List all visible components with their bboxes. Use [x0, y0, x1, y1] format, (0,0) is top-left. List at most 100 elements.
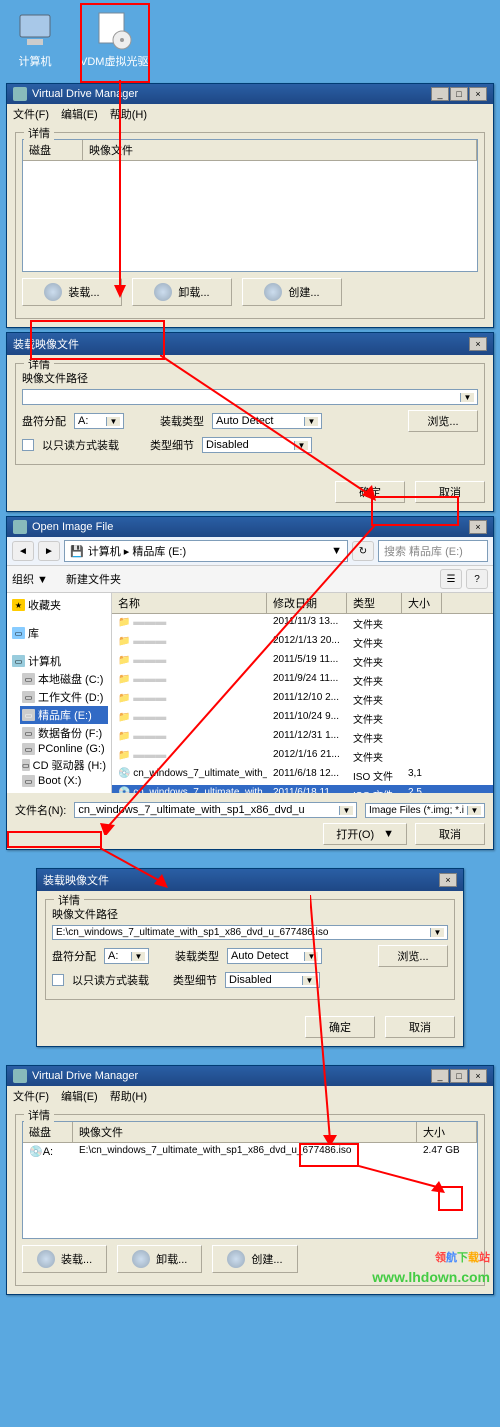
tree-drive-item[interactable]: ▭数据备份 (F:) [20, 724, 108, 742]
path-bar[interactable]: 💾计算机 ▸ 精品库 (E:)▼ [64, 540, 348, 562]
type-select[interactable]: Auto Detect▼ [227, 948, 322, 964]
col-size[interactable]: 大小 [402, 593, 442, 613]
file-row[interactable]: 💿 cn_windows_7_ultimate_with_sp1_x...201… [112, 785, 493, 793]
minimize-button[interactable]: _ [431, 1069, 449, 1083]
drive-select[interactable]: A:▼ [74, 413, 124, 429]
tree-drive-item[interactable]: ▭PConline (G:) [20, 742, 108, 756]
col-size[interactable]: 大小 [417, 1122, 477, 1142]
cancel-button[interactable]: 取消 [385, 1016, 455, 1038]
close-button[interactable]: × [469, 520, 487, 534]
maximize-button[interactable]: □ [450, 1069, 468, 1083]
drive-select[interactable]: A:▼ [104, 948, 149, 964]
unmount-button[interactable]: 卸载... [132, 278, 232, 306]
tree-computer[interactable]: ▭计算机 [10, 652, 108, 670]
readonly-checkbox[interactable] [52, 974, 64, 986]
drive-list[interactable]: 磁盘 映像文件 [22, 139, 478, 272]
mount-button[interactable]: 装载... [22, 278, 122, 306]
maximize-button[interactable]: □ [450, 87, 468, 101]
chevron-down-icon[interactable]: ▼ [460, 393, 474, 402]
minimize-button[interactable]: _ [431, 87, 449, 101]
view-button[interactable]: ☰ [440, 569, 462, 589]
file-row[interactable]: 📁 ▬▬▬2011/12/10 2...文件夹 [112, 690, 493, 709]
chevron-down-icon[interactable]: ▼ [467, 806, 481, 815]
tree-drive-item[interactable]: ▭Boot (X:) [20, 774, 108, 788]
detail-select[interactable]: Disabled▼ [225, 972, 320, 988]
search-input[interactable]: 搜索 精品库 (E:) [378, 540, 488, 562]
drive-list[interactable]: 磁盘 映像文件 大小 💿A: E:\cn_windows_7_ultimate_… [22, 1121, 478, 1239]
nav-forward-button[interactable]: ► [38, 541, 60, 561]
path-input[interactable]: E:\cn_windows_7_ultimate_with_sp1_x86_dv… [52, 925, 448, 940]
menu-help[interactable]: 帮助(H) [110, 1088, 147, 1104]
menu-edit[interactable]: 编辑(E) [61, 106, 98, 122]
nav-back-button[interactable]: ◄ [12, 541, 34, 561]
close-button[interactable]: × [469, 87, 487, 101]
col-image[interactable]: 映像文件 [73, 1122, 417, 1142]
desktop-computer-icon[interactable]: 计算机 [15, 10, 55, 69]
mount-button[interactable]: 装载... [22, 1245, 107, 1273]
browse-button[interactable]: 浏览... [378, 945, 448, 967]
file-row[interactable]: 📁 ▬▬▬2011/12/31 1...文件夹 [112, 728, 493, 747]
file-row[interactable]: 💿 cn_windows_7_ultimate_with_sp1_x...201… [112, 766, 493, 785]
file-row[interactable]: 📁 ▬▬▬2011/9/24 11...文件夹 [112, 671, 493, 690]
chevron-down-icon[interactable]: ▼ [304, 952, 318, 961]
menu-help[interactable]: 帮助(H) [110, 106, 147, 122]
menu-file[interactable]: 文件(F) [13, 1088, 49, 1104]
close-button[interactable]: × [439, 873, 457, 887]
filter-select[interactable]: Image Files (*.img; *.i▼ [365, 803, 485, 818]
col-disk[interactable]: 磁盘 [23, 1122, 73, 1142]
chevron-down-icon[interactable]: ▼ [294, 441, 308, 450]
file-row[interactable]: 📁 ▬▬▬2011/10/24 9...文件夹 [112, 709, 493, 728]
col-type[interactable]: 类型 [347, 593, 402, 613]
tree-favorites[interactable]: ★收藏夹 [10, 596, 108, 614]
close-button[interactable]: × [469, 1069, 487, 1083]
filename-input[interactable]: cn_windows_7_ultimate_with_sp1_x86_dvd_u… [74, 802, 357, 818]
desktop-vdm-icon[interactable]: VDM虚拟光驱 [80, 10, 148, 69]
titlebar[interactable]: Virtual Drive Manager _ □ × [7, 84, 493, 104]
chevron-down-icon[interactable]: ▼ [304, 417, 318, 426]
path-input[interactable]: ▼ [22, 389, 478, 405]
detail-select[interactable]: Disabled▼ [202, 437, 312, 453]
ok-button[interactable]: 确定 [335, 481, 405, 503]
col-disk[interactable]: 磁盘 [23, 140, 83, 160]
refresh-button[interactable]: ↻ [352, 541, 374, 561]
col-image[interactable]: 映像文件 [83, 140, 477, 160]
unmount-button[interactable]: 卸载... [117, 1245, 202, 1273]
menu-file[interactable]: 文件(F) [13, 106, 49, 122]
chevron-down-icon[interactable]: ▼ [331, 545, 342, 557]
tree-drive-item[interactable]: ▭精品库 (E:) [20, 706, 108, 724]
chevron-down-icon[interactable]: ▼ [131, 952, 145, 961]
help-button[interactable]: ? [466, 569, 488, 589]
file-row[interactable]: 📁 ▬▬▬2011/5/19 11...文件夹 [112, 652, 493, 671]
file-list[interactable]: 名称 修改日期 类型 大小 📁 ▬▬▬2011/11/3 13...文件夹📁 ▬… [112, 593, 493, 793]
cancel-button[interactable]: 取消 [415, 823, 485, 845]
chevron-down-icon[interactable]: ▼ [106, 417, 120, 426]
file-row[interactable]: 📁 ▬▬▬2011/11/3 13...文件夹 [112, 614, 493, 633]
chevron-down-icon[interactable]: ▼ [302, 976, 316, 985]
create-button[interactable]: 创建... [212, 1245, 297, 1273]
menu-edit[interactable]: 编辑(E) [61, 1088, 98, 1104]
drive-row[interactable]: 💿A: E:\cn_windows_7_ultimate_with_sp1_x8… [23, 1143, 477, 1160]
nav-tree[interactable]: ★收藏夹 ▭库 ▭计算机 ▭本地磁盘 (C:)▭工作文件 (D:)▭精品库 (E… [7, 593, 112, 793]
organize-menu[interactable]: 组织 ▼ [12, 571, 48, 587]
cancel-button[interactable]: 取消 [415, 481, 485, 503]
browse-button[interactable]: 浏览... [408, 410, 478, 432]
type-select[interactable]: Auto Detect▼ [212, 413, 322, 429]
ok-button[interactable]: 确定 [305, 1016, 375, 1038]
new-folder-button[interactable]: 新建文件夹 [66, 571, 121, 587]
titlebar[interactable]: 装载映像文件 × [7, 333, 493, 355]
chevron-down-icon[interactable]: ▼ [430, 928, 444, 937]
titlebar[interactable]: Open Image File × [7, 517, 493, 537]
create-button[interactable]: 创建... [242, 278, 342, 306]
file-row[interactable]: 📁 ▬▬▬2012/1/13 20...文件夹 [112, 633, 493, 652]
col-name[interactable]: 名称 [112, 593, 267, 613]
chevron-down-icon[interactable]: ▼ [339, 806, 353, 815]
tree-drive-item[interactable]: ▭CD 驱动器 (H:) [20, 756, 108, 774]
close-button[interactable]: × [469, 337, 487, 351]
titlebar[interactable]: Virtual Drive Manager _ □ × [7, 1066, 493, 1086]
titlebar[interactable]: 装载映像文件 × [37, 869, 463, 891]
open-button[interactable]: 打开(O)▼ [323, 823, 407, 845]
file-row[interactable]: 📁 ▬▬▬2012/1/16 21...文件夹 [112, 747, 493, 766]
tree-drive-item[interactable]: ▭工作文件 (D:) [20, 688, 108, 706]
col-date[interactable]: 修改日期 [267, 593, 347, 613]
tree-drive-item[interactable]: ▭本地磁盘 (C:) [20, 670, 108, 688]
